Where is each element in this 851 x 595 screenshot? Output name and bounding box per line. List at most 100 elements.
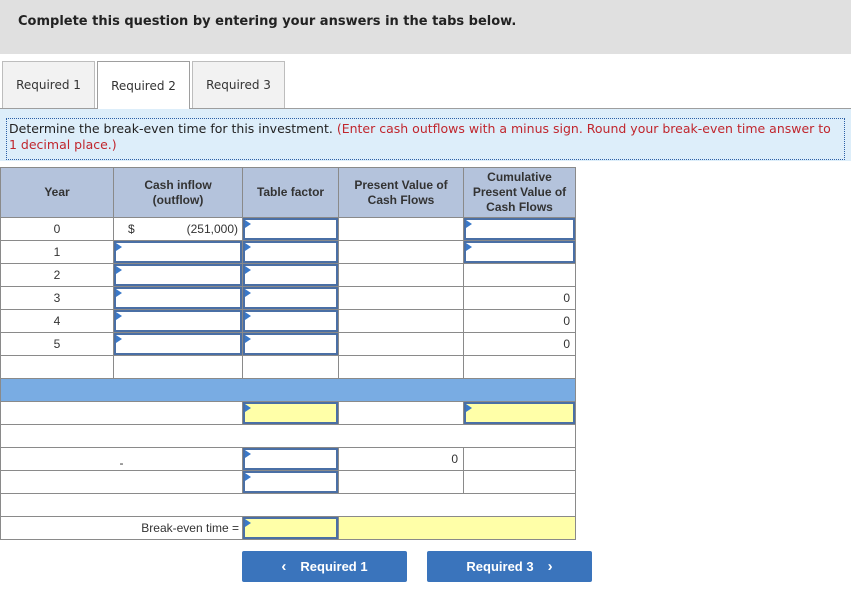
table-factor-input[interactable] bbox=[243, 241, 338, 263]
break-even-row: Break-even time = bbox=[0, 516, 576, 540]
header-cash-line1: Cash inflow bbox=[144, 177, 212, 192]
input-flag-icon bbox=[116, 243, 122, 251]
next-required-button[interactable]: Required 3 › bbox=[427, 551, 592, 582]
tab-required-3[interactable]: Required 3 bbox=[192, 61, 285, 108]
next-button-label: Required 3 bbox=[466, 559, 534, 574]
cash-flow-cell bbox=[113, 332, 243, 356]
calc-input-2[interactable] bbox=[243, 471, 338, 493]
cash-flow-cell bbox=[113, 240, 243, 264]
cash-flow-input[interactable] bbox=[114, 310, 242, 332]
table-factor-cell bbox=[242, 332, 339, 356]
input-flag-icon bbox=[245, 243, 251, 251]
header-year: Year bbox=[0, 167, 114, 218]
cash-flow-cell bbox=[113, 263, 243, 287]
pv-cell bbox=[338, 286, 464, 310]
table-factor-input[interactable] bbox=[243, 333, 338, 355]
empty-cell bbox=[0, 355, 114, 379]
input-flag-icon bbox=[466, 243, 472, 251]
header-table-factor: Table factor bbox=[242, 167, 339, 218]
cash-flow-input[interactable] bbox=[114, 287, 242, 309]
year-cell: 4 bbox=[0, 309, 114, 333]
header-cumulative-pv: Cumulative Present Value of Cash Flows bbox=[463, 167, 576, 218]
year-cell: 5 bbox=[0, 332, 114, 356]
prev-button-label: Required 1 bbox=[300, 559, 368, 574]
calc-input-1[interactable] bbox=[243, 448, 338, 470]
input-flag-icon bbox=[245, 220, 251, 228]
cumulative-input[interactable] bbox=[464, 218, 575, 240]
empty-cell bbox=[0, 493, 576, 517]
pv-cell bbox=[338, 309, 464, 333]
input-flag-icon bbox=[245, 450, 251, 458]
pv-cell bbox=[338, 263, 464, 287]
header-cum-line3: Cash Flows bbox=[486, 200, 553, 214]
pv-cell bbox=[338, 332, 464, 356]
input-flag-icon bbox=[116, 266, 122, 274]
question-banner: Complete this question by entering your … bbox=[0, 0, 851, 54]
cash-flow-input[interactable] bbox=[114, 241, 242, 263]
instructions-panel: Determine the break-even time for this i… bbox=[0, 109, 851, 161]
table-factor-input[interactable] bbox=[243, 287, 338, 309]
year-cell: 2 bbox=[0, 263, 114, 287]
tab-required-1[interactable]: Required 1 bbox=[2, 61, 95, 108]
prev-required-button[interactable]: ‹ Required 1 bbox=[242, 551, 407, 582]
instructions-text: Determine the break-even time for this i… bbox=[6, 118, 845, 160]
table-row: 2 bbox=[0, 263, 576, 287]
cumulative-cell: 0 bbox=[463, 309, 576, 333]
calc-factor-input[interactable] bbox=[243, 402, 338, 424]
table-factor-cell bbox=[242, 217, 339, 241]
cumulative-cell: 0 bbox=[463, 286, 576, 310]
table-row: 0 $ (251,000) bbox=[0, 217, 576, 241]
cumulative-cell bbox=[463, 240, 576, 264]
calc-factor-cell bbox=[242, 401, 339, 425]
instructions-main: Determine the break-even time for this i… bbox=[9, 121, 333, 136]
header-pv-line2: Cash Flows bbox=[367, 192, 435, 207]
calc-cumulative-input[interactable] bbox=[464, 402, 575, 424]
dash-cell: - bbox=[0, 447, 243, 471]
table-row: 3 0 bbox=[0, 286, 576, 310]
table-factor-cell bbox=[242, 309, 339, 333]
year-cell: 0 bbox=[0, 217, 114, 241]
input-flag-icon bbox=[466, 404, 472, 412]
empty-cell bbox=[113, 355, 243, 379]
empty-cell bbox=[463, 355, 576, 379]
year-cell: 3 bbox=[0, 286, 114, 310]
break-even-input[interactable] bbox=[243, 517, 338, 539]
empty-cell bbox=[242, 355, 339, 379]
input-flag-icon bbox=[466, 220, 472, 228]
cash-flow-input[interactable] bbox=[114, 264, 242, 286]
table-factor-input[interactable] bbox=[243, 264, 338, 286]
table-row: 1 bbox=[0, 240, 576, 264]
break-even-table: Year Cash inflow (outflow) Table factor … bbox=[0, 167, 576, 540]
cumulative-cell bbox=[463, 217, 576, 241]
cash-flow-value: (251,000) bbox=[186, 222, 238, 236]
table-row: 4 0 bbox=[0, 309, 576, 333]
empty-cell bbox=[338, 355, 464, 379]
empty-cell bbox=[463, 470, 576, 494]
empty-cell bbox=[0, 470, 243, 494]
spacer-row bbox=[0, 424, 576, 448]
cash-flow-cell bbox=[113, 309, 243, 333]
chevron-left-icon: ‹ bbox=[281, 558, 287, 575]
input-flag-icon bbox=[245, 335, 251, 343]
input-flag-icon bbox=[116, 335, 122, 343]
cumulative-input[interactable] bbox=[464, 241, 575, 263]
section-divider bbox=[0, 378, 576, 402]
table-factor-cell bbox=[242, 286, 339, 310]
empty-cell bbox=[0, 424, 576, 448]
table-factor-cell bbox=[242, 263, 339, 287]
empty-cell bbox=[338, 470, 464, 494]
table-factor-input[interactable] bbox=[243, 218, 338, 240]
cash-flow-input[interactable] bbox=[114, 333, 242, 355]
pv-value-cell: 0 bbox=[338, 447, 464, 471]
break-even-label: Break-even time = bbox=[0, 516, 243, 540]
spacer-row bbox=[0, 493, 576, 517]
empty-cell bbox=[0, 401, 243, 425]
cumulative-cell bbox=[463, 263, 576, 287]
table-factor-input[interactable] bbox=[243, 310, 338, 332]
header-cash-flow: Cash inflow (outflow) bbox=[113, 167, 243, 218]
empty-cell bbox=[463, 447, 576, 471]
tab-required-2[interactable]: Required 2 bbox=[97, 61, 190, 109]
table-factor-cell bbox=[242, 240, 339, 264]
input-flag-icon bbox=[245, 312, 251, 320]
calc-factor-cell bbox=[242, 447, 339, 471]
